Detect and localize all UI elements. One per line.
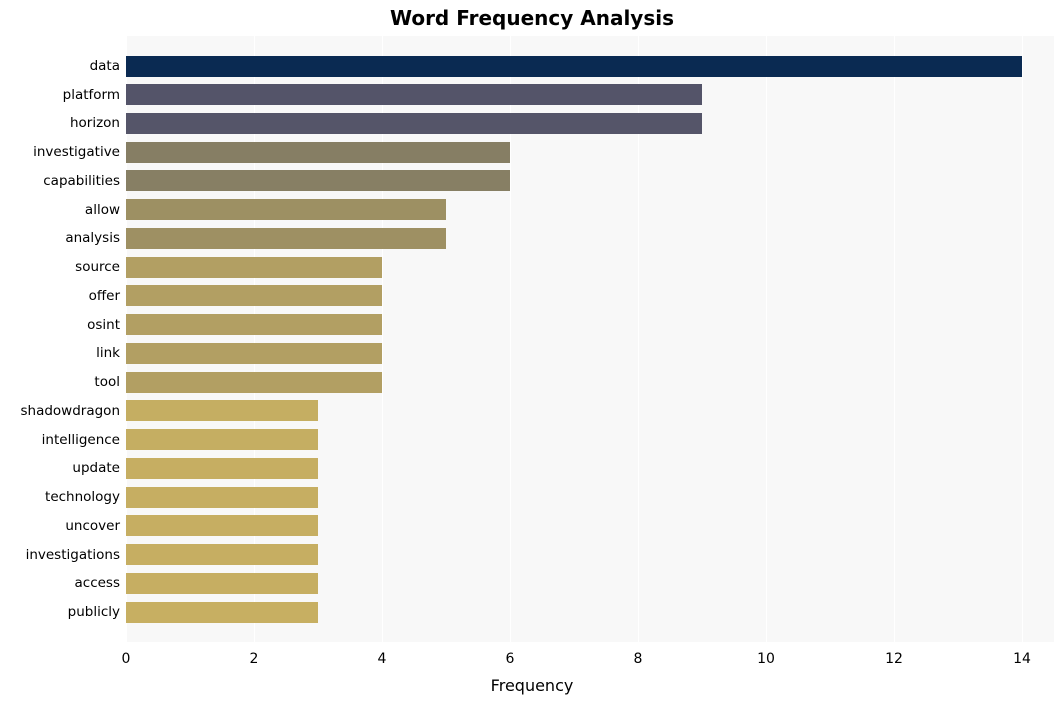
y-tick-label: technology — [45, 489, 120, 505]
bar — [126, 257, 382, 278]
bar — [126, 228, 446, 249]
grid-line — [766, 36, 767, 642]
bar — [126, 285, 382, 306]
y-tick-label: link — [96, 345, 120, 361]
chart-title: Word Frequency Analysis — [0, 6, 1064, 30]
y-tick-label: analysis — [65, 230, 120, 246]
x-tick-label: 6 — [506, 651, 515, 667]
y-tick-label: offer — [89, 288, 120, 304]
x-axis-label: Frequency — [0, 676, 1064, 695]
bar — [126, 170, 510, 191]
x-tick-label: 2 — [250, 651, 259, 667]
y-tick-label: data — [90, 58, 120, 74]
x-tick-label: 12 — [885, 651, 903, 667]
bar — [126, 314, 382, 335]
bar — [126, 84, 702, 105]
bar — [126, 487, 318, 508]
x-tick-label: 8 — [634, 651, 643, 667]
grid-line — [1022, 36, 1023, 642]
y-tick-label: update — [72, 460, 120, 476]
bar — [126, 113, 702, 134]
bar — [126, 372, 382, 393]
y-tick-label: allow — [85, 202, 120, 218]
y-tick-label: horizon — [70, 115, 120, 131]
bar — [126, 343, 382, 364]
y-tick-label: access — [75, 575, 121, 591]
bar — [126, 429, 318, 450]
x-tick-label: 14 — [1013, 651, 1031, 667]
bar — [126, 458, 318, 479]
bar — [126, 544, 318, 565]
y-tick-label: osint — [87, 317, 120, 333]
bar — [126, 400, 318, 421]
x-tick-label: 4 — [378, 651, 387, 667]
x-tick-label: 0 — [122, 651, 131, 667]
y-tick-label: capabilities — [43, 173, 120, 189]
bar — [126, 142, 510, 163]
y-tick-label: shadowdragon — [20, 403, 120, 419]
y-tick-label: intelligence — [42, 432, 120, 448]
chart-container: Word Frequency Analysis Frequency data pl… — [0, 0, 1064, 701]
bar — [126, 602, 318, 623]
plot-area — [126, 36, 1054, 642]
bar — [126, 56, 1022, 77]
y-tick-label: investigative — [33, 144, 120, 160]
bar — [126, 515, 318, 536]
y-tick-label: uncover — [65, 518, 120, 534]
y-tick-label: source — [75, 259, 120, 275]
y-tick-label: tool — [94, 374, 120, 390]
bar — [126, 199, 446, 220]
grid-line — [894, 36, 895, 642]
y-tick-label: investigations — [26, 547, 120, 563]
bar — [126, 573, 318, 594]
x-tick-label: 10 — [757, 651, 775, 667]
y-tick-label: platform — [63, 87, 120, 103]
y-tick-label: publicly — [68, 604, 120, 620]
